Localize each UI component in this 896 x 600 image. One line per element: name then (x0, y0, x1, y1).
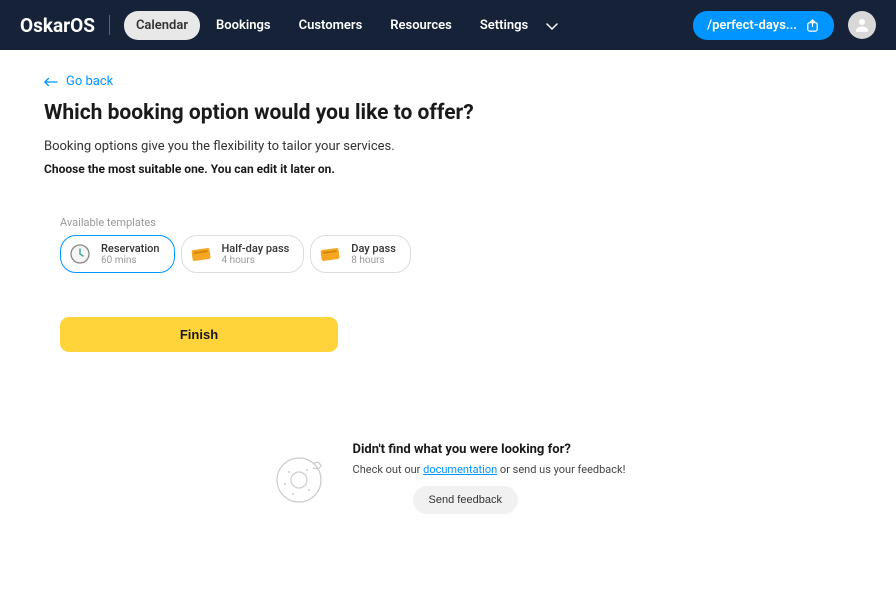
main-content: Go back Which booking option would you l… (0, 50, 896, 538)
go-back-label: Go back (66, 74, 113, 89)
donut-illustration (271, 450, 333, 506)
template-texts: Reservation 60 mins (101, 242, 160, 266)
header-left: OskarOS Calendar Bookings Customers Reso… (20, 11, 562, 40)
template-sub: 4 hours (222, 255, 290, 266)
send-feedback-button[interactable]: Send feedback (413, 486, 518, 514)
template-texts: Day pass 8 hours (351, 242, 396, 266)
template-sub: 8 hours (351, 255, 396, 266)
template-sub: 60 mins (101, 255, 160, 266)
nav-customers[interactable]: Customers (287, 11, 375, 40)
templates-row: Reservation 60 mins Half-day pass 4 hour… (60, 235, 852, 273)
template-reservation[interactable]: Reservation 60 mins (60, 235, 175, 273)
arrow-left-icon (44, 77, 58, 87)
share-link-button[interactable]: /perfect-days... (693, 11, 834, 40)
ticket-icon (190, 243, 212, 265)
page-title: Which booking option would you like to o… (44, 101, 852, 125)
feedback-section: Didn't find what you were looking for? C… (44, 442, 852, 514)
go-back-link[interactable]: Go back (44, 74, 852, 89)
clock-icon (69, 243, 91, 265)
template-texts: Half-day pass 4 hours (222, 242, 290, 266)
template-half-day-pass[interactable]: Half-day pass 4 hours (181, 235, 305, 273)
documentation-link[interactable]: documentation (423, 463, 497, 476)
nav-settings[interactable]: Settings (468, 11, 540, 40)
feedback-text: Check out our documentation or send us y… (353, 463, 626, 476)
share-icon (805, 18, 820, 33)
chevron-down-icon[interactable] (542, 12, 562, 39)
logo[interactable]: OskarOS (20, 14, 95, 37)
template-day-pass[interactable]: Day pass 8 hours (310, 235, 411, 273)
page-subtitle: Booking options give you the flexibility… (44, 139, 852, 154)
header-right: /perfect-days... (693, 11, 876, 40)
template-title: Half-day pass (222, 242, 290, 255)
ticket-icon (319, 243, 341, 265)
feedback-right: Didn't find what you were looking for? C… (353, 442, 626, 514)
main-nav: Calendar Bookings Customers Resources Se… (124, 11, 562, 40)
template-title: Day pass (351, 242, 396, 255)
feedback-prefix: Check out our (353, 463, 424, 476)
templates-heading: Available templates (60, 216, 852, 229)
page-note: Choose the most suitable one. You can ed… (44, 162, 852, 176)
header-divider (109, 15, 110, 35)
header: OskarOS Calendar Bookings Customers Reso… (0, 0, 896, 50)
nav-calendar[interactable]: Calendar (124, 11, 200, 40)
template-title: Reservation (101, 242, 160, 255)
feedback-suffix: or send us your feedback! (497, 463, 625, 476)
avatar[interactable] (848, 11, 876, 39)
nav-bookings[interactable]: Bookings (204, 11, 283, 40)
feedback-title: Didn't find what you were looking for? (353, 442, 571, 457)
share-link-label: /perfect-days... (707, 18, 797, 33)
finish-button[interactable]: Finish (60, 317, 338, 352)
nav-resources[interactable]: Resources (378, 11, 464, 40)
